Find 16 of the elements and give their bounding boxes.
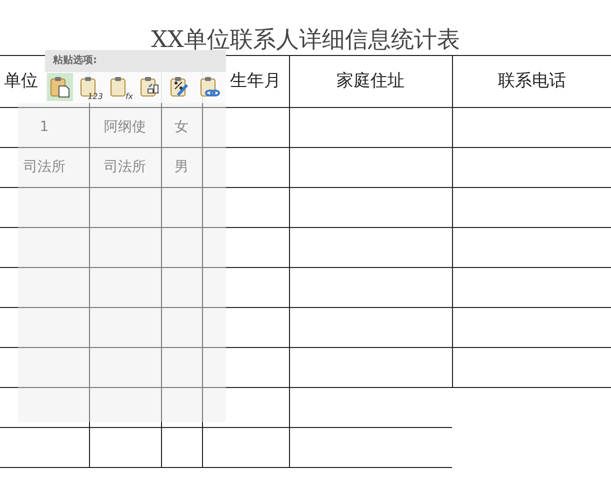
table-cell: 阿纲使 [89,108,161,148]
table-cell: 司法所 [89,148,161,188]
table-cell: 男 [161,148,202,188]
paste-option-button[interactable]: fx [107,73,133,101]
column-header: 联系电话 [452,56,611,108]
sheet-title: XX单位联系人详细信息统计表 [151,29,460,52]
column-header: 家庭住址 [289,56,452,108]
table-cell: 1 [0,108,89,148]
icon-label: fx [125,93,133,101]
paste-option-button[interactable] [47,73,73,101]
paste-link-icon [198,75,222,99]
table-cell: 女 [161,108,202,148]
table-cell: 司法所 [0,148,89,188]
paste-icon [48,75,72,99]
icon-label: 123 [88,93,103,101]
popup-title: 粘贴选项: [45,50,226,72]
